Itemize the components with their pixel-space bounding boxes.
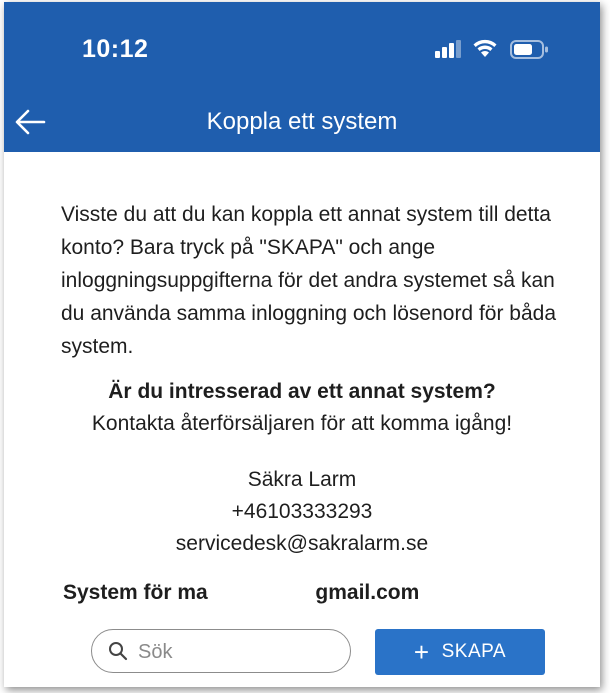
search-input[interactable] (136, 638, 340, 666)
search-box[interactable] (91, 629, 351, 673)
dealer-name: Säkra Larm (247, 468, 357, 491)
intro-text: Visste du att du kan koppla ett annat sy… (61, 203, 557, 358)
contact-hint: Kontakta återförsäljaren för att komma i… (91, 412, 513, 435)
dealer-email[interactable]: servicedesk@sakralarm.se (4, 528, 600, 560)
wifi-icon (472, 38, 498, 63)
dealer-info: Säkra Larm +46103333293 servicedesk@sakr… (4, 464, 600, 560)
dealer-phone[interactable]: +46103333293 (4, 496, 600, 528)
signal-icon (435, 40, 461, 63)
systems-heading-prefix: System för ma (63, 581, 208, 604)
redacted-area (213, 585, 310, 602)
systems-heading-suffix: gmail.com (315, 581, 420, 604)
page-title: Koppla ett system (206, 108, 398, 135)
systems-heading: System för ma gmail.com (63, 581, 419, 605)
app-header: Koppla ett system (4, 90, 600, 152)
status-bar: 10:12 (4, 2, 600, 90)
interest-question: Är du intresserad av ett annat system? (108, 380, 496, 403)
status-time: 10:12 (82, 35, 149, 63)
phone-screen: 10:12 Koppla ett system Visste du att du… (4, 2, 600, 687)
search-icon (108, 641, 128, 661)
battery-icon (510, 40, 550, 65)
create-button-label: SKAPA (441, 641, 507, 662)
plus-icon: + (413, 637, 430, 667)
create-button[interactable]: + SKAPA (375, 629, 545, 675)
